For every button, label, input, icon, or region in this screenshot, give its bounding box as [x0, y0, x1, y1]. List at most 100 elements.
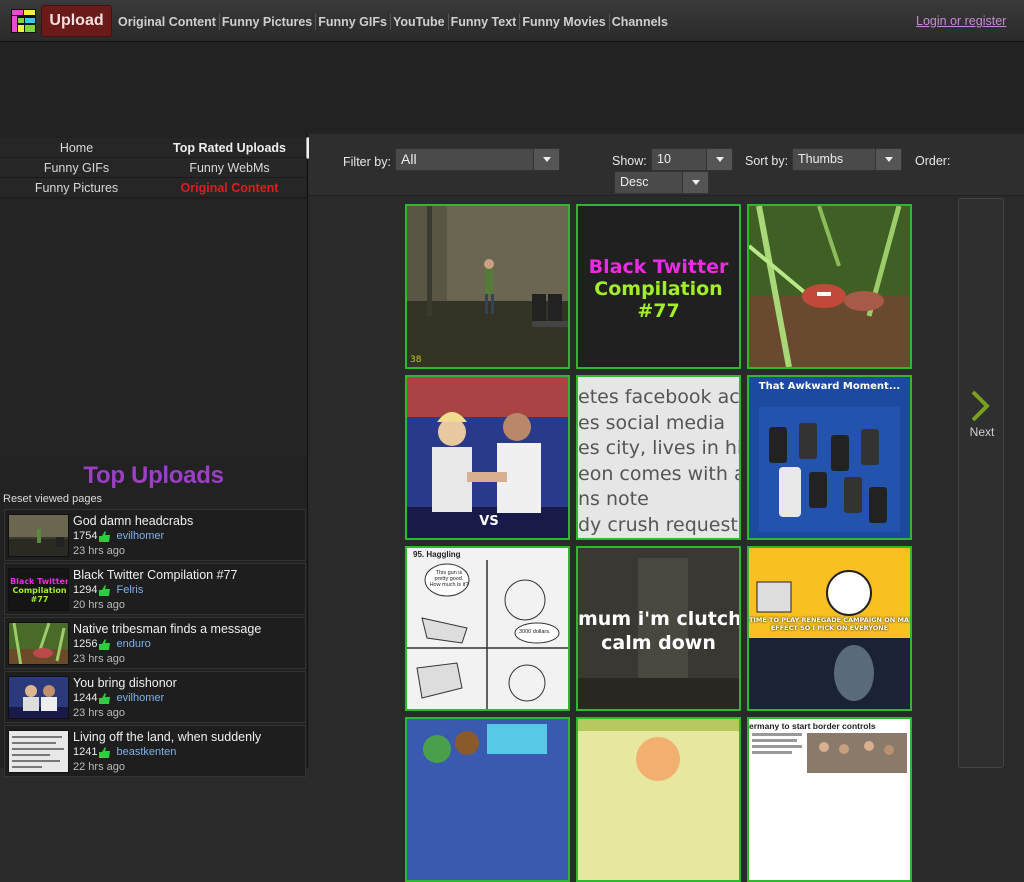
filter-by-value: All	[401, 151, 417, 167]
nav-funny-pictures[interactable]: Funny Pictures	[220, 14, 317, 30]
sidebar-menu: Home Top Rated Uploads Funny GIFs Funny …	[0, 138, 307, 198]
upload-time: 20 hrs ago	[73, 599, 125, 611]
sidebar-item-funny-gifs[interactable]: Funny GIFs	[0, 158, 153, 178]
upload-title[interactable]: Living off the land, when suddenly	[73, 730, 261, 744]
tribesman-tile[interactable]	[747, 204, 912, 369]
tile-caption: EFFECT SO I PICK ON EVERYONE	[770, 624, 889, 632]
tile-text-line: ns note	[578, 488, 649, 510]
upload-meta: 1754 evilhomer	[73, 530, 164, 542]
nav-funny-gifs[interactable]: Funny GIFs	[316, 14, 391, 30]
order-label: Order:	[915, 154, 951, 168]
upload-username[interactable]: evilhomer	[116, 692, 164, 704]
black-twitter-tile[interactable]: Black Twitter Compilation #77	[576, 204, 741, 369]
thumbs-count: 1256	[73, 638, 98, 650]
list-item[interactable]: You bring dishonor 1244 evilhomer 23 hrs…	[4, 671, 306, 723]
thumbs-count: 1244	[73, 692, 98, 704]
mass-effect-tile[interactable]: TIME TO PLAY RENEGADE CAMPAIGN ON MASS E…	[747, 546, 912, 711]
nav-funny-text[interactable]: Funny Text	[449, 14, 521, 30]
sidebar-item-home[interactable]: Home	[0, 138, 153, 158]
tile-caption: mum i'm clutchir	[578, 608, 741, 630]
upload-button[interactable]: Upload	[41, 5, 112, 37]
chevron-down-icon	[706, 149, 732, 170]
filter-by-select[interactable]: All	[395, 148, 560, 171]
svg-text:Black Twitter: Black Twitter	[10, 577, 69, 586]
upload-username[interactable]: Felris	[116, 584, 143, 596]
haggling-comic-tile[interactable]: 95. Haggling This gun is pretty good. Ho…	[405, 546, 570, 711]
sort-by-select[interactable]: Thumbs	[792, 148, 902, 171]
reset-viewed-pages-link[interactable]: Reset viewed pages	[3, 493, 102, 505]
headcrabs-tile[interactable]: 38	[405, 204, 570, 369]
sidebar-ad-slot	[0, 200, 307, 456]
black-twitter-thumbnail[interactable]: Black Twitter Compilation #77	[8, 568, 69, 611]
site-logo-icon[interactable]	[11, 9, 36, 33]
chevron-down-icon	[533, 149, 559, 170]
upload-title[interactable]: God damn headcrabs	[73, 514, 193, 528]
filter-bar: Filter by: All Show: 10 Sort by: Thumbs …	[309, 134, 1024, 196]
list-item[interactable]: Black Twitter Compilation #77 Black Twit…	[4, 563, 306, 615]
upload-meta: 1241 beastkenten	[73, 746, 176, 758]
upload-time: 23 hrs ago	[73, 707, 125, 719]
tile-caption: Black Twitter	[588, 256, 729, 278]
list-item[interactable]: Living off the land, when suddenly 1241 …	[4, 725, 306, 777]
left-sidebar: Home Top Rated Uploads Funny GIFs Funny …	[0, 134, 319, 777]
upload-time: 22 hrs ago	[73, 761, 125, 773]
sort-by-value: Thumbs	[798, 152, 844, 166]
login-register-link[interactable]: Login or register	[916, 14, 1006, 28]
top-uploads-title: Top Uploads	[83, 462, 224, 489]
svg-text:Compilation: Compilation	[12, 586, 66, 595]
upload-title[interactable]: Native tribesman finds a message	[73, 622, 261, 636]
arm-wrestling-thumbnail[interactable]	[8, 676, 69, 719]
thumbnail-grid: 38 Black Twitter Compilation #77 VS etes…	[405, 204, 918, 882]
thumbs-up-icon	[99, 692, 111, 704]
list-item[interactable]: Native tribesman finds a message 1256 en…	[4, 617, 306, 669]
text-post-thumbnail[interactable]	[8, 730, 69, 773]
next-page-button[interactable]: Next	[958, 198, 1004, 768]
sidebar-item-funny-webms[interactable]: Funny WebMs	[153, 158, 306, 178]
clutching-tile[interactable]: mum i'm clutchir calm down	[576, 546, 741, 711]
jungle-thumbnail[interactable]	[8, 622, 69, 665]
tile-caption: Compilation	[594, 278, 723, 300]
tile-text-line: es social media	[578, 411, 726, 434]
nav-channels[interactable]: Channels	[610, 14, 671, 30]
game-screenshot-thumbnail[interactable]	[8, 514, 69, 557]
nav-original-content[interactable]: Original Content	[116, 14, 220, 30]
thumbs-count: 1294	[73, 584, 98, 596]
show-count-select[interactable]: 10	[651, 148, 733, 171]
thumbs-count: 1754	[73, 530, 98, 542]
show-count-value: 10	[657, 152, 671, 166]
thumbs-up-icon	[99, 584, 111, 596]
upload-title[interactable]: You bring dishonor	[73, 676, 177, 690]
upload-username[interactable]: enduro	[116, 638, 150, 650]
order-select[interactable]: Desc	[614, 171, 709, 194]
show-label: Show:	[612, 154, 647, 168]
thumbs-up-icon	[99, 638, 111, 650]
top-uploads-list: God damn headcrabs 1754 evilhomer 23 hrs…	[4, 509, 306, 779]
upload-title[interactable]: Black Twitter Compilation #77	[73, 568, 237, 582]
top-bar: Upload Original Content Funny Pictures F…	[0, 0, 1024, 42]
upload-meta: 1244 evilhomer	[73, 692, 164, 704]
sidebar-item-original-content[interactable]: Original Content	[153, 178, 306, 198]
facebook-text-tile[interactable]: etes facebook accou es social media es c…	[576, 375, 741, 540]
main-content: Filter by: All Show: 10 Sort by: Thumbs …	[309, 134, 1024, 882]
upload-username[interactable]: evilhomer	[116, 530, 164, 542]
upload-username[interactable]: beastkenten	[116, 746, 176, 758]
sort-by-label: Sort by:	[745, 154, 789, 168]
sidebar-item-funny-pictures[interactable]: Funny Pictures	[0, 178, 153, 198]
chevron-right-icon	[971, 390, 990, 422]
cartoon-tile[interactable]	[576, 717, 741, 882]
thumbs-up-icon	[99, 530, 111, 542]
nav-funny-movies[interactable]: Funny Movies	[520, 14, 610, 30]
list-item[interactable]: God damn headcrabs 1754 evilhomer 23 hrs…	[4, 509, 306, 561]
tile-overlay: VS	[479, 514, 498, 529]
tile-overlay: 38	[410, 355, 422, 365]
sidebar-item-top-rated-uploads[interactable]: Top Rated Uploads	[153, 138, 306, 158]
awkward-moment-tile[interactable]: That Awkward Moment...	[747, 375, 912, 540]
border-controls-tile[interactable]: ermany to start border controls	[747, 717, 912, 882]
order-value: Desc	[620, 175, 649, 189]
dishonor-tile[interactable]: VS	[405, 375, 570, 540]
nav-youtube[interactable]: YouTube	[391, 14, 449, 30]
chevron-down-icon	[682, 172, 708, 193]
svg-text:#77: #77	[31, 595, 49, 604]
tile-caption: 3000 dollars.	[519, 629, 551, 635]
anime-tile[interactable]	[405, 717, 570, 882]
